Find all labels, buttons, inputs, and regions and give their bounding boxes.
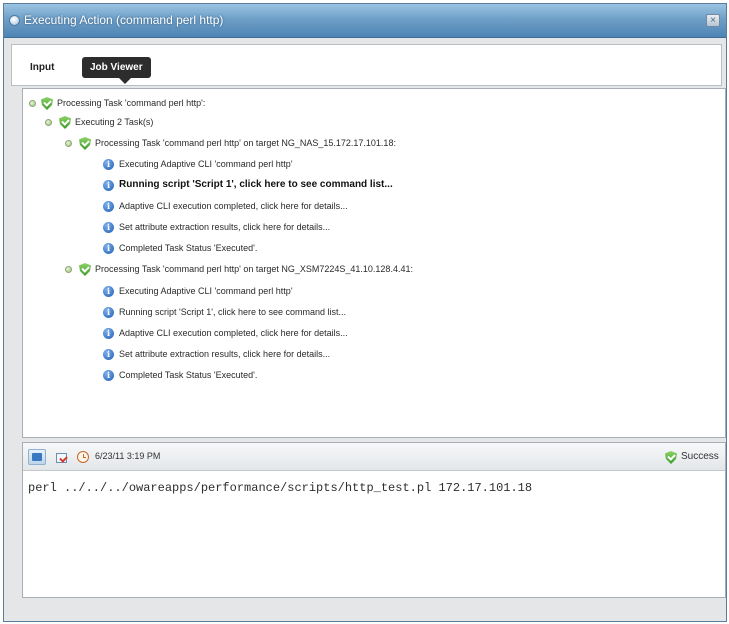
- tab-bar: Input Job Viewer: [11, 44, 722, 86]
- collapse-toggle-icon[interactable]: [65, 266, 72, 273]
- tree-row-label: Executing Adaptive CLI 'command perl htt…: [119, 159, 293, 169]
- info-icon: i: [103, 222, 114, 233]
- app-globe-icon: [9, 15, 20, 26]
- command-output: perl ../../../owareapps/performance/scri…: [28, 481, 533, 495]
- window-title: Executing Action (command perl http): [24, 13, 224, 27]
- success-shield-icon: [41, 97, 53, 110]
- detail-toolbar: 6/23/11 3:19 PM Success: [23, 443, 725, 471]
- info-icon: i: [103, 286, 114, 297]
- export-icon: [56, 453, 67, 463]
- job-detail-panel: 6/23/11 3:19 PM Success perl ../../../ow…: [22, 442, 726, 598]
- success-shield-icon: [59, 116, 71, 129]
- tree-row-link[interactable]: Running script 'Script 1', click here to…: [119, 177, 393, 193]
- tree-row-label: Processing Task 'command perl http':: [57, 98, 206, 108]
- success-shield-icon: [79, 263, 91, 276]
- tree-row-label: Completed Task Status 'Executed'.: [119, 243, 258, 253]
- collapse-toggle-icon[interactable]: [29, 100, 36, 107]
- tree-row-link[interactable]: Adaptive CLI execution completed, click …: [119, 198, 348, 214]
- refresh-button[interactable]: [28, 449, 46, 465]
- collapse-toggle-icon[interactable]: [45, 119, 52, 126]
- tab-input[interactable]: Input: [22, 57, 62, 78]
- collapse-toggle-icon[interactable]: [65, 140, 72, 147]
- info-icon: i: [103, 307, 114, 318]
- success-shield-icon: [79, 137, 91, 150]
- tree-row-link[interactable]: Adaptive CLI execution completed, click …: [119, 325, 348, 341]
- job-timestamp: 6/23/11 3:19 PM: [95, 451, 161, 461]
- refresh-icon: [32, 453, 42, 461]
- info-icon: i: [103, 370, 114, 381]
- success-shield-icon: [665, 451, 677, 464]
- title-bar[interactable]: Executing Action (command perl http) ×: [4, 4, 726, 38]
- tree-row-link[interactable]: Set attribute extraction results, click …: [119, 219, 330, 235]
- tree-row-label: Completed Task Status 'Executed'.: [119, 370, 258, 380]
- tree-row-label: Executing 2 Task(s): [75, 117, 154, 127]
- tree-row-label: Executing Adaptive CLI 'command perl htt…: [119, 286, 293, 296]
- clock-icon: [77, 451, 89, 463]
- tree-row-link[interactable]: Set attribute extraction results, click …: [119, 346, 330, 362]
- export-button[interactable]: [51, 449, 69, 465]
- info-icon: i: [103, 159, 114, 170]
- info-icon: i: [103, 201, 114, 212]
- info-icon: i: [103, 180, 114, 191]
- info-icon: i: [103, 349, 114, 360]
- tab-job-viewer[interactable]: Job Viewer: [82, 57, 151, 84]
- close-button[interactable]: ×: [706, 14, 720, 27]
- job-tree-panel: Processing Task 'command perl http': Exe…: [22, 88, 726, 438]
- tree-row-label: Processing Task 'command perl http' on t…: [95, 264, 413, 274]
- status-label: Success: [681, 451, 719, 462]
- tree-row-label: Processing Task 'command perl http' on t…: [95, 138, 396, 148]
- info-icon: i: [103, 328, 114, 339]
- dialog-window: Executing Action (command perl http) × I…: [3, 3, 727, 622]
- tree-row-link[interactable]: Running script 'Script 1', click here to…: [119, 304, 346, 320]
- info-icon: i: [103, 243, 114, 254]
